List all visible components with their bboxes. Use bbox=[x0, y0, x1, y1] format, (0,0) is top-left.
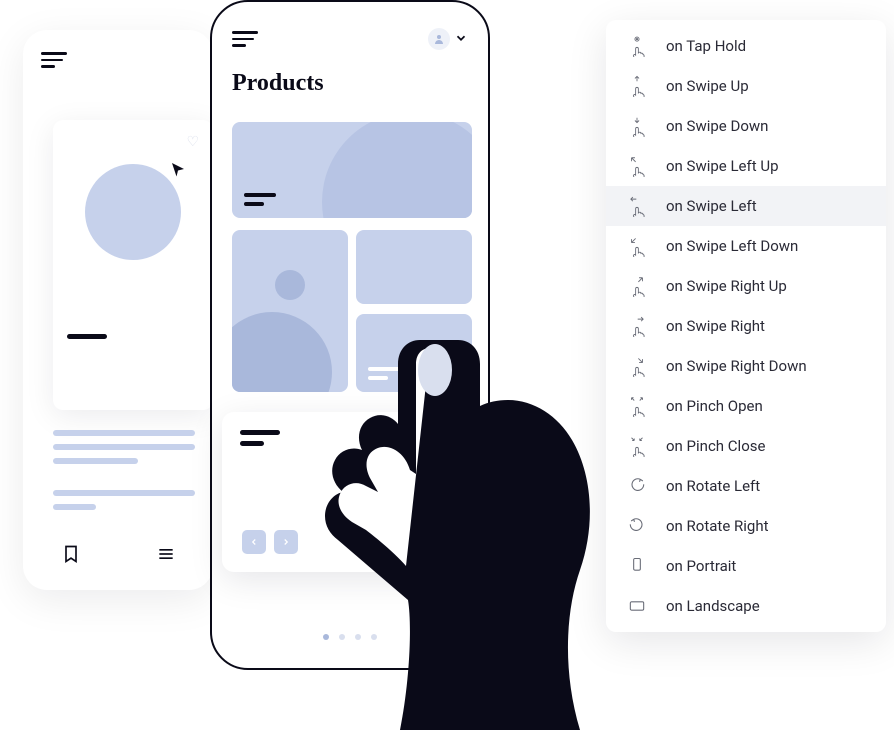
gesture-item-swipe-left[interactable]: on Swipe Left bbox=[606, 186, 886, 226]
swipe-left-up-icon bbox=[626, 155, 648, 177]
pinch-close-icon bbox=[626, 435, 648, 457]
user-icon bbox=[428, 28, 450, 50]
gesture-item-landscape[interactable]: on Landscape bbox=[606, 586, 886, 626]
gesture-item-swipe-right-up[interactable]: on Swipe Right Up bbox=[606, 266, 886, 306]
carousel-card bbox=[222, 412, 478, 572]
portrait-icon bbox=[626, 555, 648, 577]
rotate-right-icon bbox=[626, 515, 648, 537]
gesture-item-swipe-up[interactable]: on Swipe Up bbox=[606, 66, 886, 106]
menu-icon[interactable] bbox=[41, 52, 67, 68]
gesture-item-label: on Swipe Left bbox=[666, 197, 757, 215]
gesture-item-label: on Portrait bbox=[666, 557, 736, 575]
gesture-item-label: on Swipe Right Up bbox=[666, 277, 787, 295]
swipe-left-down-icon bbox=[626, 235, 648, 257]
gesture-item-swipe-right-down[interactable]: on Swipe Right Down bbox=[606, 346, 886, 386]
swipe-right-icon bbox=[626, 315, 648, 337]
gesture-item-swipe-left-up[interactable]: on Swipe Left Up bbox=[606, 146, 886, 186]
prev-button[interactable] bbox=[242, 530, 266, 554]
heart-icon[interactable]: ♡ bbox=[186, 134, 199, 150]
gesture-item-swipe-left-down[interactable]: on Swipe Left Down bbox=[606, 226, 886, 266]
rotate-left-icon bbox=[626, 475, 648, 497]
page-title: Products bbox=[232, 70, 468, 97]
swipe-left-icon bbox=[626, 195, 648, 217]
product-tile[interactable] bbox=[232, 230, 348, 392]
gesture-menu: on Tap Hold on Swipe Up on Swipe Down on Sw… bbox=[606, 20, 886, 632]
menu-icon[interactable] bbox=[232, 31, 258, 47]
cursor-icon bbox=[169, 160, 187, 182]
bookmark-icon[interactable] bbox=[61, 544, 81, 568]
phone-mockup-back: ♡ bbox=[23, 30, 213, 590]
product-tile[interactable] bbox=[356, 314, 472, 392]
swipe-right-down-icon bbox=[626, 355, 648, 377]
phone-mockup-front: Products bbox=[210, 0, 490, 670]
text-placeholder bbox=[67, 334, 107, 339]
product-tile[interactable] bbox=[232, 122, 472, 218]
gesture-item-label: on Swipe Up bbox=[666, 77, 749, 95]
gesture-item-label: on Rotate Left bbox=[666, 477, 760, 495]
gesture-item-label: on Swipe Right Down bbox=[666, 357, 807, 375]
gesture-item-pinch-open[interactable]: on Pinch Open bbox=[606, 386, 886, 426]
product-card[interactable]: ♡ bbox=[53, 120, 213, 410]
cursor-icon bbox=[430, 444, 444, 463]
gesture-item-rotate-right[interactable]: on Rotate Right bbox=[606, 506, 886, 546]
gesture-item-pinch-close[interactable]: on Pinch Close bbox=[606, 426, 886, 466]
swipe-up-icon bbox=[626, 75, 648, 97]
gesture-item-tap-hold[interactable]: on Tap Hold bbox=[606, 26, 886, 66]
profile-dropdown[interactable] bbox=[428, 28, 468, 50]
pinch-open-icon bbox=[626, 395, 648, 417]
tap-hold-icon bbox=[626, 35, 648, 57]
product-image-placeholder bbox=[85, 164, 181, 260]
gesture-item-portrait[interactable]: on Portrait bbox=[606, 546, 886, 586]
gesture-item-label: on Rotate Right bbox=[666, 517, 769, 535]
landscape-icon bbox=[626, 595, 648, 617]
gesture-item-swipe-right[interactable]: on Swipe Right bbox=[606, 306, 886, 346]
list-placeholder bbox=[53, 430, 195, 518]
gesture-item-label: on Swipe Down bbox=[666, 117, 768, 135]
gesture-item-label: on Pinch Close bbox=[666, 437, 765, 455]
swipe-down-icon bbox=[626, 115, 648, 137]
product-tile[interactable] bbox=[356, 230, 472, 304]
gesture-item-label: on Pinch Open bbox=[666, 397, 763, 415]
gesture-item-label: on Swipe Left Down bbox=[666, 237, 798, 255]
gesture-item-label: on Swipe Left Up bbox=[666, 157, 779, 175]
next-button[interactable] bbox=[274, 530, 298, 554]
page-indicator bbox=[323, 634, 377, 640]
gesture-item-label: on Tap Hold bbox=[666, 37, 746, 55]
gesture-item-label: on Landscape bbox=[666, 597, 760, 615]
gesture-item-label: on Swipe Right bbox=[666, 317, 765, 335]
gesture-item-rotate-left[interactable]: on Rotate Left bbox=[606, 466, 886, 506]
swipe-right-up-icon bbox=[626, 275, 648, 297]
play-icon[interactable] bbox=[406, 436, 434, 468]
gesture-item-swipe-down[interactable]: on Swipe Down bbox=[606, 106, 886, 146]
list-icon[interactable] bbox=[156, 544, 176, 568]
chevron-down-icon bbox=[454, 30, 468, 49]
